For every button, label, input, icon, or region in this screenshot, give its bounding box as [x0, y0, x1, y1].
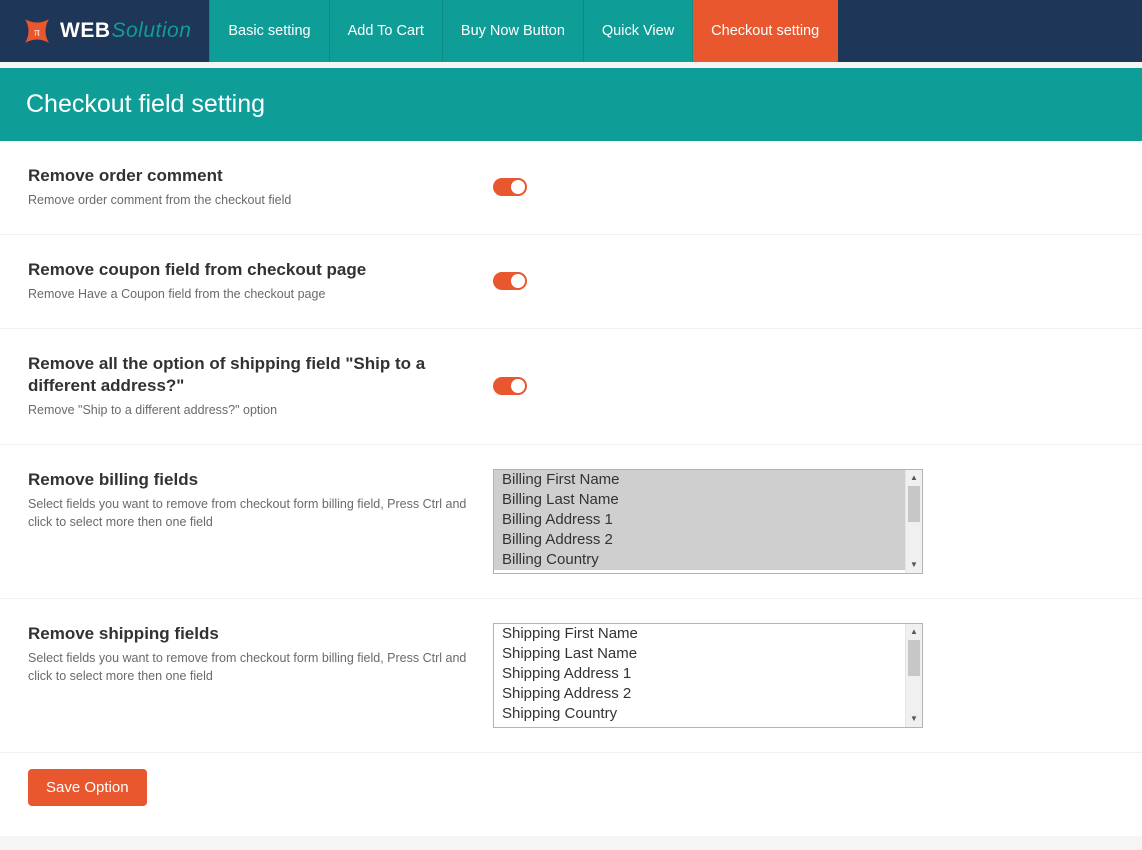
setting-description: Remove Have a Coupon field from the chec…	[28, 285, 473, 304]
page-title-bar: Checkout field setting	[0, 68, 1142, 141]
tab-label: Buy Now Button	[461, 23, 565, 39]
setting-row-remove_order_comment: Remove order comment Remove order comment…	[0, 141, 1142, 235]
multiselect-option[interactable]: Billing Country	[494, 550, 905, 570]
top-tabs: Basic setting Add To Cart Buy Now Button Qu…	[209, 0, 838, 62]
tab-label: Quick View	[602, 23, 674, 39]
tab-label: Add To Cart	[348, 23, 424, 39]
setting-row-remove_coupon: Remove coupon field from checkout page Re…	[0, 235, 1142, 329]
multiselect-option[interactable]: Billing Address 2	[494, 530, 905, 550]
tab-add-to-cart[interactable]: Add To Cart	[330, 0, 443, 62]
setting-row-remove_ship_diff: Remove all the option of shipping field …	[0, 329, 1142, 445]
svg-text:π: π	[34, 26, 40, 38]
toggle-knob	[511, 274, 525, 288]
setting-title: Remove shipping fields	[28, 623, 473, 645]
setting-description: Select fields you want to remove from ch…	[28, 649, 473, 687]
tab-label: Checkout setting	[711, 23, 819, 39]
setting-title: Remove billing fields	[28, 469, 473, 491]
multiselect-option[interactable]: Shipping Country	[494, 704, 905, 724]
brand-web: WEB	[60, 19, 111, 43]
logo-icon: π	[20, 14, 54, 48]
setting-title: Remove coupon field from checkout page	[28, 259, 473, 281]
toggle-knob	[511, 180, 525, 194]
footer-actions: Save Option	[0, 753, 1142, 836]
multiselect-option[interactable]: Shipping Last Name	[494, 644, 905, 664]
toggle-remove_order_comment[interactable]	[493, 178, 527, 196]
setting-description: Select fields you want to remove from ch…	[28, 495, 473, 533]
multiselect-remove_shipping_fields[interactable]: Shipping First NameShipping Last NameShi…	[493, 623, 923, 728]
scroll-down-icon[interactable]: ▼	[906, 557, 922, 573]
multiselect-option[interactable]: Shipping First Name	[494, 624, 905, 644]
scrollbar[interactable]: ▲▼	[905, 470, 922, 573]
setting-description: Remove "Ship to a different address?" op…	[28, 401, 473, 420]
toggle-remove_ship_diff[interactable]	[493, 377, 527, 395]
scroll-up-icon[interactable]: ▲	[906, 470, 922, 486]
multiselect-option[interactable]: Billing First Name	[494, 470, 905, 490]
setting-row-remove_shipping_fields: Remove shipping fields Select fields you …	[0, 599, 1142, 753]
setting-title: Remove all the option of shipping field …	[28, 353, 473, 397]
tab-buy-now-button[interactable]: Buy Now Button	[443, 0, 584, 62]
scroll-up-icon[interactable]: ▲	[906, 624, 922, 640]
scroll-thumb[interactable]	[908, 486, 920, 522]
page-title: Checkout field setting	[26, 90, 1116, 119]
setting-title: Remove order comment	[28, 165, 473, 187]
tab-basic-setting[interactable]: Basic setting	[209, 0, 329, 62]
tab-checkout-setting[interactable]: Checkout setting	[693, 0, 838, 62]
save-button[interactable]: Save Option	[28, 769, 147, 806]
brand-logo: π WEB Solution	[0, 0, 209, 62]
scroll-thumb[interactable]	[908, 640, 920, 676]
multiselect-option[interactable]: Shipping Address 2	[494, 684, 905, 704]
toggle-knob	[511, 379, 525, 393]
tab-label: Basic setting	[228, 23, 310, 39]
multiselect-option[interactable]: Billing Address 1	[494, 510, 905, 530]
multiselect-remove_billing_fields[interactable]: Billing First NameBilling Last NameBilli…	[493, 469, 923, 574]
setting-row-remove_billing_fields: Remove billing fields Select fields you w…	[0, 445, 1142, 599]
top-bar: π WEB Solution Basic settingAdd To CartB…	[0, 0, 1142, 62]
multiselect-option[interactable]: Billing Last Name	[494, 490, 905, 510]
scrollbar[interactable]: ▲▼	[905, 624, 922, 727]
multiselect-option[interactable]: Shipping Address 1	[494, 664, 905, 684]
settings-content: Remove order comment Remove order comment…	[0, 141, 1142, 836]
brand-solution: Solution	[112, 19, 192, 43]
tab-quick-view[interactable]: Quick View	[584, 0, 693, 62]
toggle-remove_coupon[interactable]	[493, 272, 527, 290]
scroll-down-icon[interactable]: ▼	[906, 711, 922, 727]
setting-description: Remove order comment from the checkout f…	[28, 191, 473, 210]
